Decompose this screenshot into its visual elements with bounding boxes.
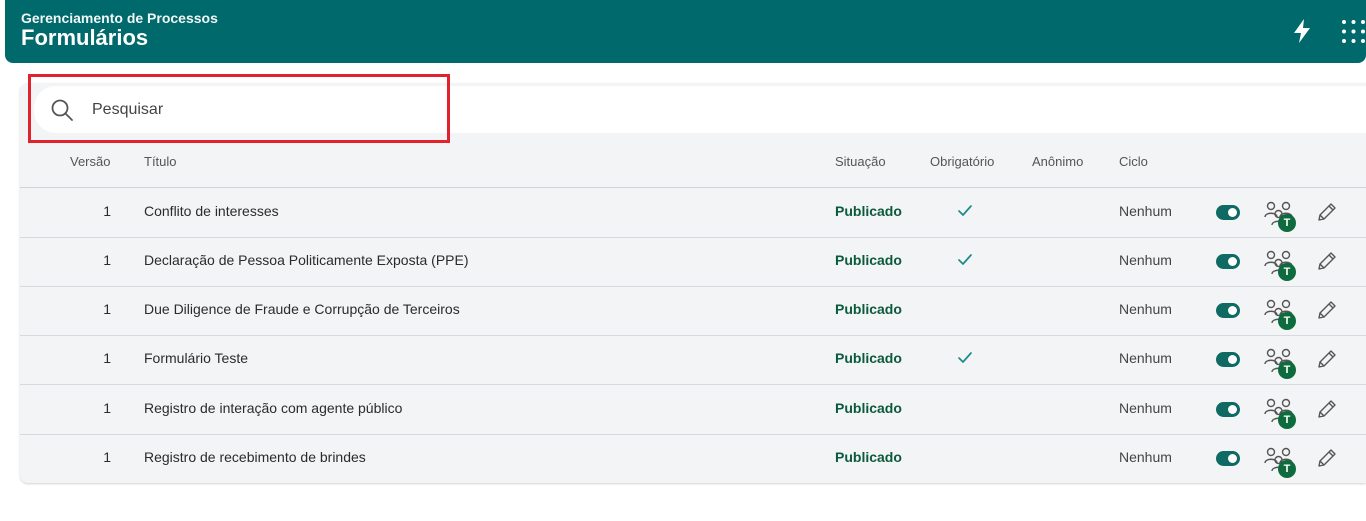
edit-pencil-icon[interactable] <box>1316 348 1338 370</box>
row-cycle: Nenhum <box>1119 301 1172 317</box>
header-subtitle: Gerenciamento de Processos <box>21 10 218 26</box>
edit-pencil-icon[interactable] <box>1316 447 1338 469</box>
column-header-required: Obrigatório <box>930 154 995 169</box>
column-header-anonymous: Anônimo <box>1032 154 1084 169</box>
row-version: 1 <box>103 301 111 317</box>
edit-pencil-icon[interactable] <box>1316 299 1338 321</box>
edit-pencil-icon[interactable] <box>1316 398 1338 420</box>
check-icon <box>958 352 972 363</box>
row-status: Publicado <box>835 301 902 317</box>
row-title[interactable]: Formulário Teste <box>144 350 248 366</box>
active-toggle[interactable] <box>1216 402 1240 417</box>
row-cycle: Nenhum <box>1119 252 1172 268</box>
edit-pencil-icon[interactable] <box>1316 250 1338 272</box>
column-header-cycle: Ciclo <box>1119 154 1148 169</box>
row-title[interactable]: Registro de recebimento de brindes <box>144 449 366 465</box>
active-toggle[interactable] <box>1216 303 1240 318</box>
app-header: Gerenciamento de Processos Formulários <box>5 0 1366 63</box>
column-header-version: Versão <box>70 154 111 169</box>
row-version: 1 <box>103 350 111 366</box>
team-badge: T <box>1278 460 1296 478</box>
row-version: 1 <box>103 252 111 268</box>
team-badge: T <box>1278 312 1296 330</box>
row-status: Publicado <box>835 400 902 416</box>
row-title[interactable]: Registro de interação com agente público <box>144 400 402 416</box>
table-row[interactable]: 1 Registro de recebimento de brindes Publi… <box>20 434 1366 483</box>
active-toggle[interactable] <box>1216 205 1240 220</box>
team-badge: T <box>1278 263 1296 281</box>
row-version: 1 <box>103 400 111 416</box>
apps-grid-icon[interactable] <box>1341 19 1366 44</box>
table-row[interactable]: 1 Formulário Teste Publicado Nenhum T <box>20 335 1366 385</box>
check-icon <box>958 205 972 216</box>
team-badge: T <box>1278 361 1296 379</box>
edit-pencil-icon[interactable] <box>1316 201 1338 223</box>
table-row[interactable]: 1 Declaração de Pessoa Politicamente Expo… <box>20 237 1366 287</box>
table-row[interactable]: 1 Conflito de interesses Publicado Nenhum T <box>20 188 1366 238</box>
page-title: Formulários <box>21 25 149 50</box>
column-header-status: Situação <box>835 154 886 169</box>
row-cycle: Nenhum <box>1119 449 1172 465</box>
table-row[interactable]: 1 Registro de interação com agente públic… <box>20 385 1366 435</box>
bolt-icon[interactable] <box>1291 18 1313 44</box>
team-badge: T <box>1278 214 1296 232</box>
team-badge: T <box>1278 411 1296 429</box>
active-toggle[interactable] <box>1216 451 1240 466</box>
row-title[interactable]: Conflito de interesses <box>144 203 279 219</box>
row-status: Publicado <box>835 203 902 219</box>
table-header: Versão Título Situação Obrigatório Anôni… <box>20 142 1366 188</box>
row-status: Publicado <box>835 252 902 268</box>
active-toggle[interactable] <box>1216 254 1240 269</box>
row-version: 1 <box>103 449 111 465</box>
row-status: Publicado <box>835 350 902 366</box>
check-icon <box>958 254 972 265</box>
row-status: Publicado <box>835 449 902 465</box>
row-version: 1 <box>103 203 111 219</box>
column-header-title: Título <box>144 154 177 169</box>
row-title[interactable]: Declaração de Pessoa Politicamente Expos… <box>144 252 469 268</box>
row-title[interactable]: Due Diligence de Fraude e Corrupção de T… <box>144 301 460 317</box>
row-cycle: Nenhum <box>1119 203 1172 219</box>
active-toggle[interactable] <box>1216 352 1240 367</box>
table-row[interactable]: 1 Due Diligence de Fraude e Corrupção de … <box>20 286 1366 336</box>
search-highlight-box <box>28 74 450 143</box>
row-cycle: Nenhum <box>1119 400 1172 416</box>
row-cycle: Nenhum <box>1119 350 1172 366</box>
